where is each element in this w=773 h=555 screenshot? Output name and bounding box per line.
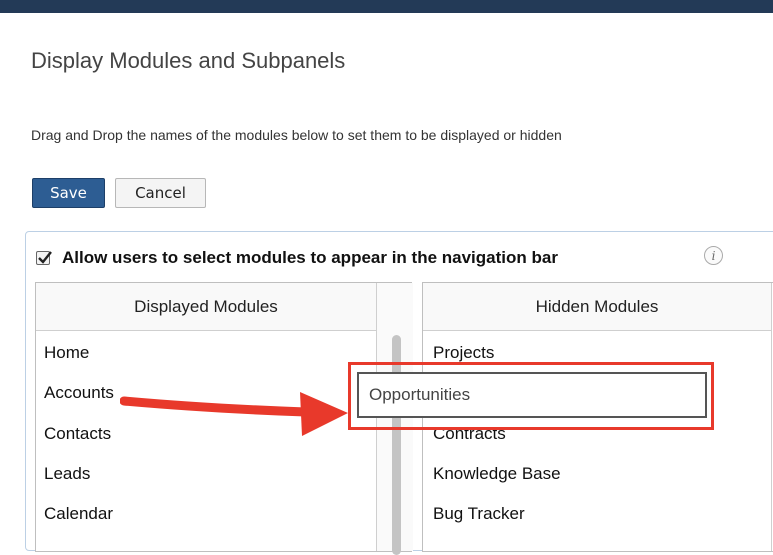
save-button[interactable]: Save: [32, 178, 105, 208]
drag-arrow-icon: [120, 392, 348, 436]
info-icon[interactable]: i: [704, 246, 723, 265]
displayed-modules-header: Displayed Modules: [36, 283, 376, 331]
allow-modules-checkbox[interactable]: [36, 251, 52, 265]
instructions-text: Drag and Drop the names of the modules b…: [31, 127, 562, 143]
hidden-list-divider: [771, 283, 772, 551]
allow-modules-label: Allow users to select modules to appear …: [62, 248, 558, 267]
list-item[interactable]: Knowledge Base: [433, 464, 561, 484]
list-item[interactable]: Calendar: [44, 504, 113, 524]
list-item[interactable]: Bug Tracker: [433, 504, 525, 524]
top-nav-bar: [0, 0, 773, 13]
list-item[interactable]: Projects: [433, 343, 494, 363]
list-item[interactable]: Accounts: [44, 383, 114, 403]
checkmark-icon: [38, 251, 52, 264]
list-item[interactable]: Home: [44, 343, 89, 363]
hidden-modules-header: Hidden Modules: [423, 283, 771, 331]
page-title: Display Modules and Subpanels: [31, 48, 346, 73]
dragging-module-item[interactable]: Opportunities: [357, 372, 707, 418]
list-item[interactable]: Leads: [44, 464, 90, 484]
allow-modules-row: Allow users to select modules to appear …: [36, 248, 558, 268]
list-item[interactable]: Contacts: [44, 424, 111, 444]
cancel-button[interactable]: Cancel: [115, 178, 206, 208]
